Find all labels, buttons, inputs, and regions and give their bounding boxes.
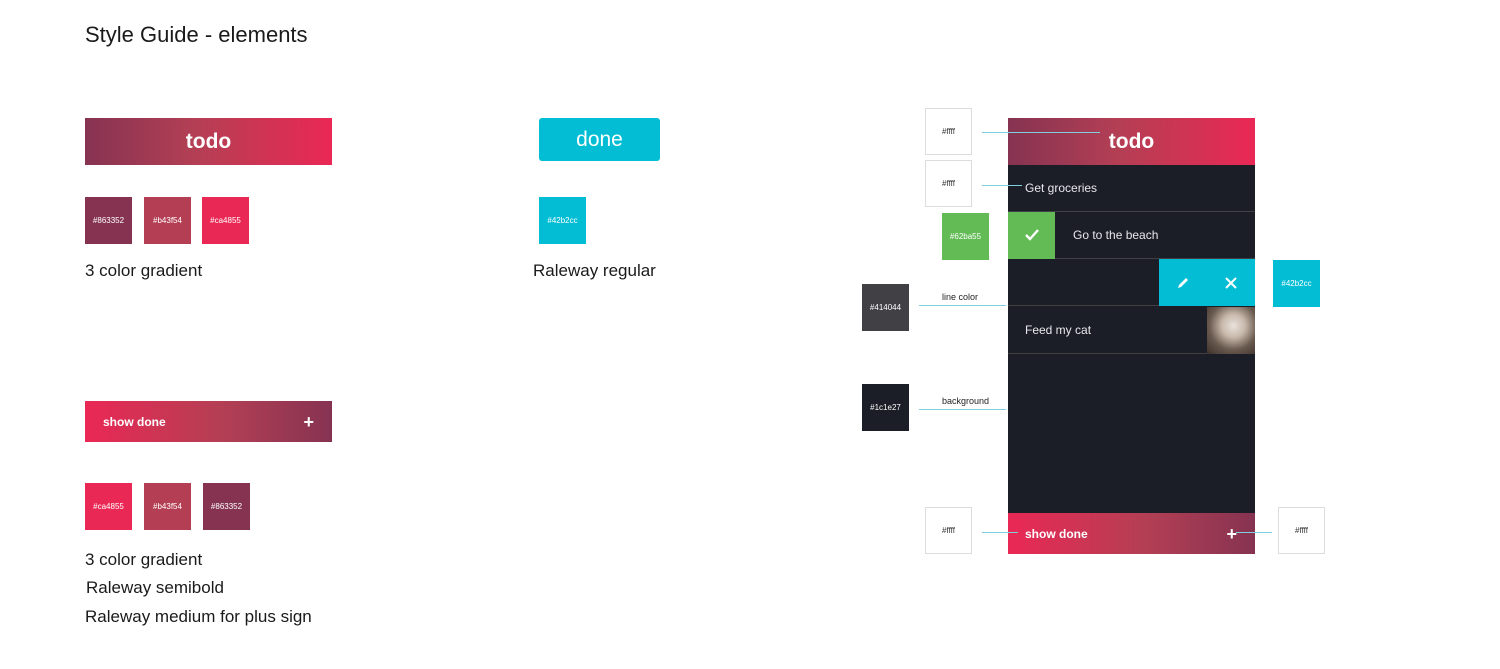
list-item-actions: [1008, 259, 1255, 306]
annotation-line: [919, 409, 1006, 410]
list-item-label: Feed my cat: [1025, 323, 1092, 337]
annotation-line: [919, 305, 1006, 306]
color-swatch: #42b2cc: [539, 197, 586, 244]
list-item[interactable]: Feed my cat: [1008, 307, 1255, 354]
white-swatch: #ffff: [1278, 507, 1325, 554]
green-swatch: #62ba55: [942, 213, 989, 260]
show-done-bar[interactable]: show done +: [1008, 513, 1255, 554]
show-done-label: show done: [1025, 526, 1088, 541]
gradient-caption: 3 color gradient: [85, 261, 203, 280]
cat-photo: [1207, 307, 1255, 354]
gradient-caption: 3 color gradient: [85, 550, 203, 569]
background-swatch: #1c1e27: [862, 384, 909, 431]
white-swatch: #ffff: [925, 160, 972, 207]
pencil-icon[interactable]: [1159, 259, 1207, 306]
plus-icon[interactable]: +: [1226, 525, 1237, 543]
plus-font-caption: Raleway medium for plus sign: [85, 607, 312, 626]
done-button[interactable]: done: [539, 118, 660, 161]
show-done-bar[interactable]: show done +: [85, 401, 332, 442]
annotation-line: [982, 532, 1018, 533]
color-swatch: #b43f54: [144, 483, 191, 530]
color-swatch: #b43f54: [144, 197, 191, 244]
list-item[interactable]: Get groceries: [1008, 165, 1255, 212]
list-item[interactable]: Go to the beach: [1008, 211, 1255, 259]
page-title: Style Guide - elements: [85, 22, 308, 47]
close-icon[interactable]: [1207, 259, 1255, 306]
show-done-label: show done: [103, 414, 166, 429]
todo-banner: todo: [85, 118, 332, 165]
color-swatch: #863352: [85, 197, 132, 244]
font-caption: Raleway semibold: [86, 578, 224, 597]
background-caption: background: [942, 396, 990, 406]
check-icon[interactable]: [1008, 211, 1055, 259]
color-swatch: #863352: [203, 483, 250, 530]
color-swatch: #ca4855: [85, 483, 132, 530]
annotation-line: [982, 185, 1022, 186]
white-swatch: #ffff: [925, 108, 972, 155]
white-swatch: #ffff: [925, 507, 972, 554]
phone-header: todo: [1008, 118, 1255, 165]
font-caption: Raleway regular: [533, 261, 656, 280]
plus-icon[interactable]: +: [303, 413, 314, 431]
color-swatch: #ca4855: [202, 197, 249, 244]
cyan-swatch: #42b2cc: [1273, 260, 1320, 307]
line-color-swatch: #414044: [862, 284, 909, 331]
annotation-line: [1236, 532, 1272, 533]
line-color-caption: line color: [942, 292, 979, 302]
phone-mockup: todo Get groceries Go to the beach Feed …: [1008, 118, 1255, 554]
annotation-line: [982, 132, 1100, 133]
list-item-label: Get groceries: [1025, 181, 1098, 195]
list-item-label: Go to the beach: [1073, 228, 1159, 242]
